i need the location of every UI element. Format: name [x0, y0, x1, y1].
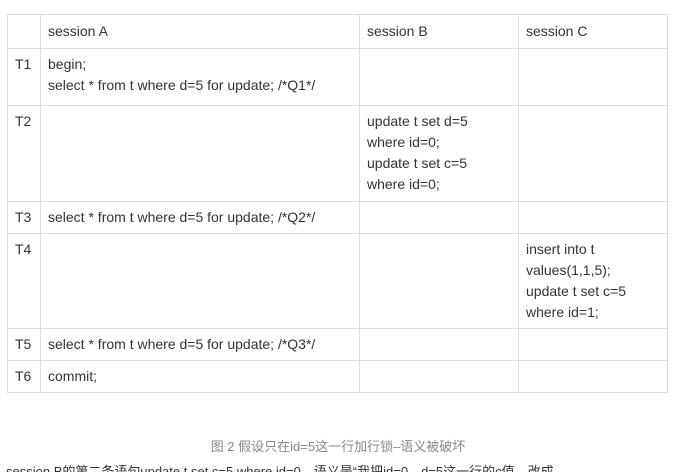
session-b-cell [359, 48, 519, 106]
session-a-cell: select * from t where d=5 for update; /*… [40, 201, 360, 234]
session-c-cell [518, 360, 668, 393]
table-header-row: session A session B session C [7, 14, 668, 49]
session-timeline-table: session A session B session C T1 begin; … [7, 14, 668, 393]
time-cell: T6 [7, 360, 41, 393]
time-cell: T4 [7, 233, 41, 329]
session-a-cell: select * from t where d=5 for update; /*… [40, 328, 360, 361]
session-c-cell [518, 48, 668, 106]
header-session-c: session C [518, 14, 668, 49]
session-c-cell [518, 328, 668, 361]
table-row-t6: T6 commit; [7, 360, 668, 393]
time-cell: T5 [7, 328, 41, 361]
session-a-cell [40, 233, 360, 329]
session-b-cell [359, 233, 519, 329]
session-a-cell [40, 105, 360, 202]
header-session-b: session B [359, 14, 519, 49]
session-a-cell: begin; select * from t where d=5 for upd… [40, 48, 360, 106]
time-cell: T3 [7, 201, 41, 234]
table-row-t1: T1 begin; select * from t where d=5 for … [7, 48, 668, 106]
session-b-cell [359, 360, 519, 393]
table-row-t2: T2 update t set d=5 where id=0; update t… [7, 105, 668, 202]
table-row-t5: T5 select * from t where d=5 for update;… [7, 328, 668, 361]
session-b-cell [359, 328, 519, 361]
header-session-a: session A [40, 14, 360, 49]
time-cell: T1 [7, 48, 41, 106]
session-b-cell [359, 201, 519, 234]
figure-caption: 图 2 假设只在id=5这一行加行锁–语义被破坏 [210, 439, 466, 454]
session-c-cell [518, 201, 668, 234]
session-b-cell: update t set d=5 where id=0; update t se… [359, 105, 519, 202]
time-cell: T2 [7, 105, 41, 202]
table-row-t3: T3 select * from t where d=5 for update;… [7, 201, 668, 234]
session-c-cell: insert into t values(1,1,5); update t se… [518, 233, 668, 329]
paragraph-text-cut-off: session B的第二条语句update t set c=5 where id… [6, 464, 554, 472]
session-c-cell [518, 105, 668, 202]
header-time [7, 14, 41, 49]
session-a-cell: commit; [40, 360, 360, 393]
table-row-t4: T4 insert into t values(1,1,5); update t… [7, 233, 668, 329]
